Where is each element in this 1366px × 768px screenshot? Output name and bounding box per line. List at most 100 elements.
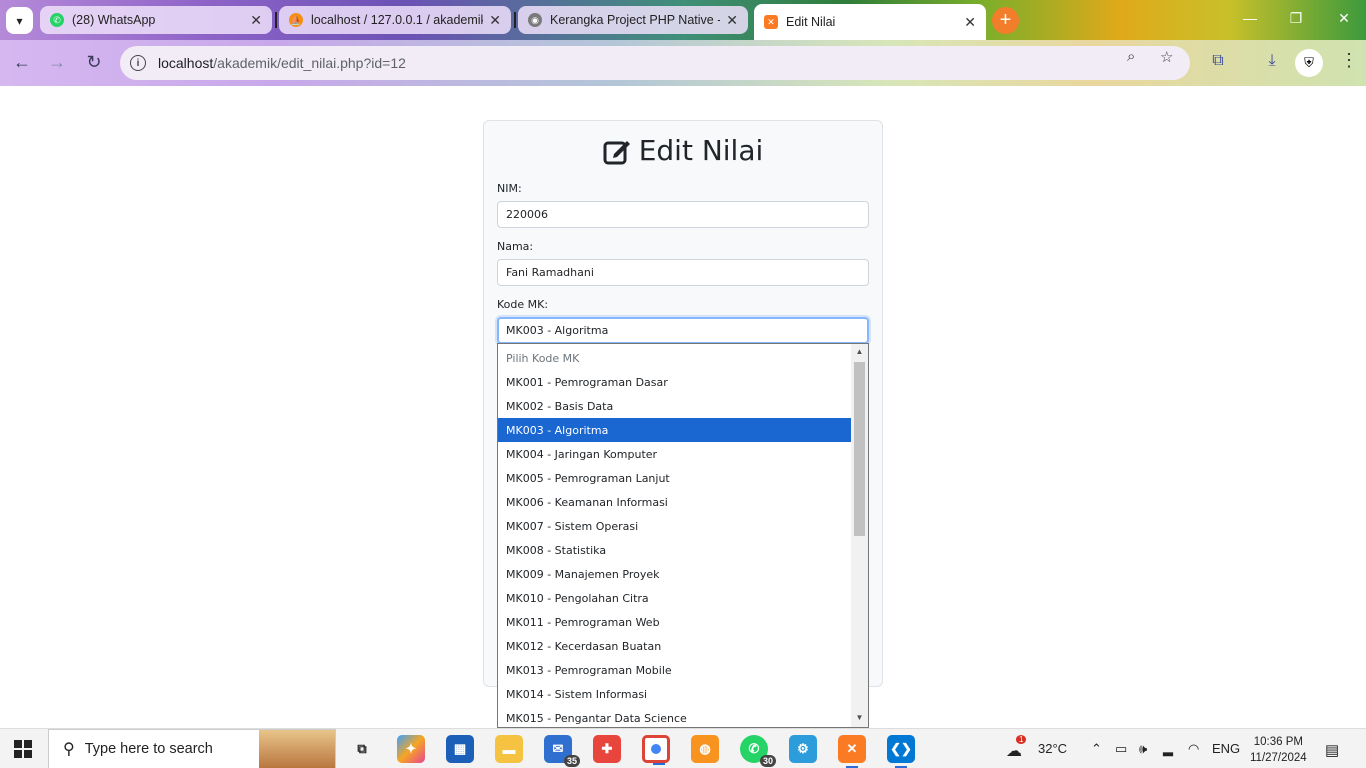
weather-badge: 1 xyxy=(1016,735,1027,744)
browser-toolbar: ← → ↻ i localhost/akademik/edit_nilai.ph… xyxy=(0,40,1366,86)
dropdown-option[interactable]: MK011 - Pemrograman Web xyxy=(498,610,852,634)
temperature-text: 32°C xyxy=(1038,741,1068,756)
plus-icon: + xyxy=(999,9,1012,31)
battery-icon[interactable]: ▭ xyxy=(1115,741,1127,757)
tab-search-button[interactable]: ▾ xyxy=(6,7,33,34)
microsoft-store-icon[interactable]: ▦ xyxy=(446,735,474,763)
site-info-icon[interactable]: i xyxy=(130,55,146,71)
windows-start-icon[interactable] xyxy=(14,740,32,758)
dropdown-option[interactable]: MK009 - Manajemen Proyek xyxy=(498,562,852,586)
tab-strip: ▾ ✆ (28) WhatsApp ✕ ⛵ localhost / 127.0.… xyxy=(0,0,1366,40)
file-explorer-icon[interactable]: ▬ xyxy=(495,735,523,763)
taskbar-clock[interactable]: 10:36 PM 11/27/2024 xyxy=(1250,734,1307,766)
back-arrow-icon[interactable]: ← xyxy=(10,52,34,73)
dropdown-option[interactable]: MK002 - Basis Data xyxy=(498,394,852,418)
dropdown-option[interactable]: MK001 - Pemrograman Dasar xyxy=(498,370,852,394)
whatsapp-taskbar-icon[interactable]: ✆ 30 xyxy=(740,735,776,767)
dropdown-option[interactable]: MK014 - Sistem Informasi xyxy=(498,682,852,706)
restore-icon[interactable]: ❐ xyxy=(1286,10,1306,27)
forward-arrow-icon[interactable]: → xyxy=(45,52,69,73)
address-bar[interactable]: i localhost/akademik/edit_nilai.php?id=1… xyxy=(120,46,1190,80)
profile-avatar[interactable]: ⛨ xyxy=(1295,49,1323,77)
minimize-icon[interactable]: — xyxy=(1240,10,1260,26)
download-icon[interactable]: ⤓ xyxy=(1261,52,1283,70)
whatsapp-icon: ✆ xyxy=(50,13,64,27)
page-title: Edit Nilai xyxy=(483,134,883,167)
new-tab-button[interactable]: + xyxy=(992,7,1019,34)
url-host: localhost xyxy=(158,55,214,71)
network-icon[interactable]: ▂ xyxy=(1163,741,1173,757)
dropdown-option[interactable]: MK015 - Pengantar Data Science xyxy=(498,706,852,727)
task-view-icon[interactable]: ⧉ xyxy=(348,735,376,763)
kode-mk-label: Kode MK: xyxy=(497,298,549,311)
whatsapp-badge: 30 xyxy=(759,755,776,767)
notification-icon[interactable]: ▤ xyxy=(1325,741,1339,759)
dropdown-option[interactable]: MK005 - Pemrograman Lanjut xyxy=(498,466,852,490)
close-icon[interactable]: ✕ xyxy=(489,12,501,29)
scroll-down-icon[interactable]: ▼ xyxy=(851,710,868,726)
dropdown-option[interactable]: MK006 - Keamanan Informasi xyxy=(498,490,852,514)
windows-taskbar: ⚲ Type here to search ⧉ ✦ ▦ ▬ ✉ 35 ✚ ◍ ✆ 3… xyxy=(0,728,1366,768)
chevron-down-icon: ▾ xyxy=(16,13,23,28)
dropdown-option[interactable]: MK013 - Pemrograman Mobile xyxy=(498,658,852,682)
dropdown-option-placeholder[interactable]: Pilih Kode MK xyxy=(498,346,852,370)
tab-title: Kerangka Project PHP Native - xyxy=(550,13,721,27)
tab-separator xyxy=(275,12,277,28)
menu-kebab-icon[interactable]: ⋮ xyxy=(1340,50,1358,71)
mail-icon[interactable]: ✉ 35 xyxy=(544,735,580,767)
dropdown-option[interactable]: MK004 - Jaringan Komputer xyxy=(498,442,852,466)
scrollbar-thumb[interactable] xyxy=(854,362,865,536)
close-icon[interactable]: ✕ xyxy=(726,12,738,29)
nama-field[interactable]: Fani Ramadhani xyxy=(497,259,869,286)
tab-phpmyadmin[interactable]: ⛵ localhost / 127.0.0.1 / akademik ✕ xyxy=(279,6,511,34)
bookmark-star-icon[interactable]: ☆ xyxy=(1160,48,1173,66)
kode-mk-dropdown-list[interactable]: Pilih Kode MK MK001 - Pemrograman Dasar … xyxy=(497,343,869,728)
dropdown-scrollbar[interactable]: ▲ ▼ xyxy=(851,344,868,727)
extensions-icon[interactable]: ⧉ xyxy=(1207,52,1229,70)
reload-icon[interactable]: ↻ xyxy=(82,52,106,73)
chrome-icon: ◉ xyxy=(528,13,542,27)
page-title-text: Edit Nilai xyxy=(638,134,764,167)
window-close-icon[interactable]: ✕ xyxy=(1334,10,1354,27)
clock-time: 10:36 PM xyxy=(1253,736,1303,748)
clock-date: 11/27/2024 xyxy=(1250,752,1307,764)
tab-title: Edit Nilai xyxy=(786,15,836,29)
volume-icon[interactable]: 🕪 xyxy=(1139,741,1147,757)
weather-icon[interactable]: ☁ 1 xyxy=(1006,735,1027,761)
copilot-icon[interactable]: ✦ xyxy=(397,735,425,763)
dropdown-option[interactable]: MK008 - Statistika xyxy=(498,538,852,562)
dropdown-option-selected[interactable]: MK003 - Algoritma xyxy=(498,418,852,442)
url-path: /akademik/edit_nilai.php?id=12 xyxy=(213,55,406,71)
search-placeholder: Type here to search xyxy=(84,741,213,757)
language-indicator[interactable]: ENG xyxy=(1212,741,1240,756)
tab-edit-nilai[interactable]: ✕ Edit Nilai ✕ xyxy=(754,4,986,40)
tab-whatsapp[interactable]: ✆ (28) WhatsApp ✕ xyxy=(40,6,272,34)
tab-kerangka-project[interactable]: ◉ Kerangka Project PHP Native - ✕ xyxy=(518,6,748,34)
sublime-like-icon[interactable]: ◍ xyxy=(691,735,719,763)
chrome-taskbar-icon[interactable] xyxy=(642,735,670,765)
nim-label: NIM: xyxy=(497,182,522,195)
scroll-up-icon[interactable]: ▲ xyxy=(851,344,868,360)
dropdown-option[interactable]: MK012 - Kecerdasan Buatan xyxy=(498,634,852,658)
nim-field[interactable]: 220006 xyxy=(497,201,869,228)
search-icon: ⚲ xyxy=(63,741,75,758)
nama-label: Nama: xyxy=(497,240,534,253)
kode-mk-select[interactable]: MK003 - Algoritma xyxy=(497,317,869,344)
close-icon[interactable]: ✕ xyxy=(964,14,976,31)
shield-icon: ⛨ xyxy=(1304,55,1314,70)
taskbar-search[interactable]: ⚲ Type here to search xyxy=(48,729,336,768)
mail-badge: 35 xyxy=(563,755,580,767)
xampp-icon: ✕ xyxy=(764,15,778,29)
tab-separator xyxy=(514,12,516,28)
network-tool-icon[interactable]: ⚙ xyxy=(789,735,817,763)
wifi-icon[interactable]: ◠ xyxy=(1188,741,1199,757)
chevron-up-icon[interactable]: ⌃ xyxy=(1091,741,1102,757)
dropdown-option[interactable]: MK010 - Pengolahan Citra xyxy=(498,586,852,610)
xampp-taskbar-icon[interactable]: ✕ xyxy=(838,735,866,768)
close-icon[interactable]: ✕ xyxy=(250,12,262,29)
vscode-icon[interactable]: ❮❯ xyxy=(887,735,915,768)
phpmyadmin-icon: ⛵ xyxy=(289,13,303,27)
dropdown-option[interactable]: MK007 - Sistem Operasi xyxy=(498,514,852,538)
gift-icon[interactable]: ✚ xyxy=(593,735,621,763)
zoom-icon[interactable]: ⌕ xyxy=(1127,48,1135,65)
